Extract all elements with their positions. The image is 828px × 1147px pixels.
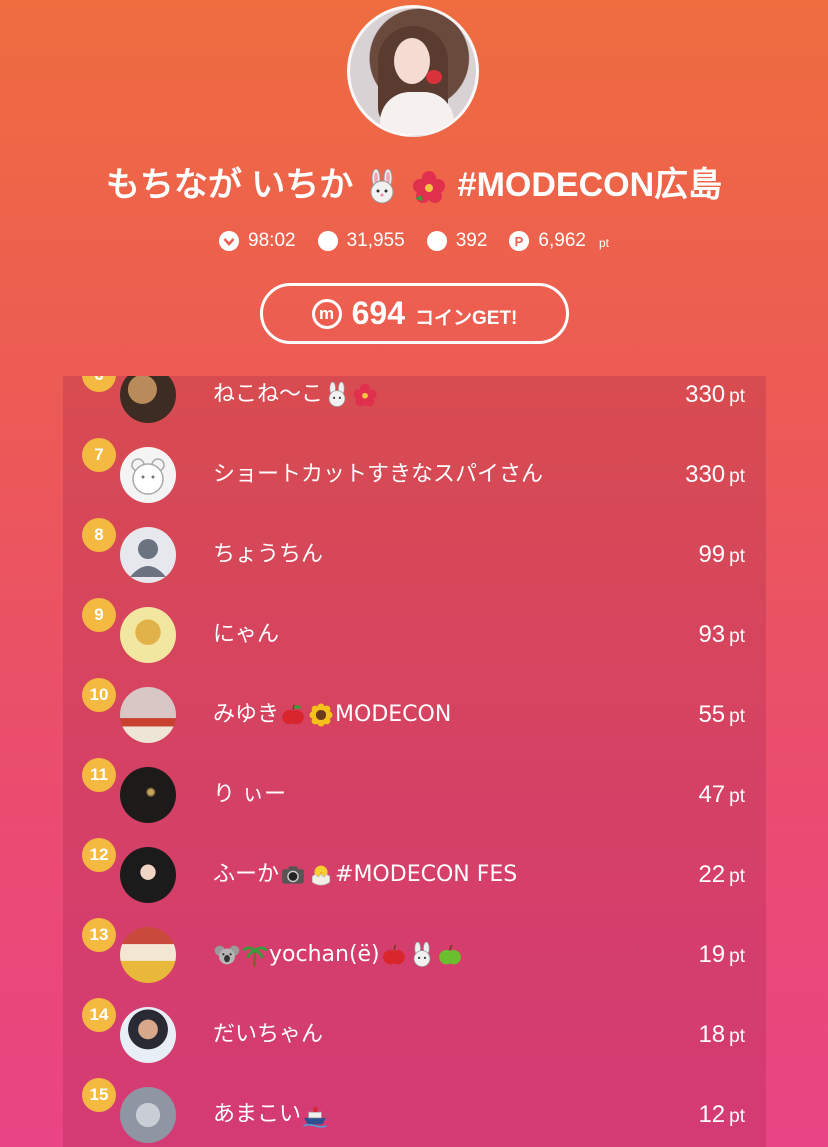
hatching-chick-icon [311,865,331,886]
user-name: ねこね〜こ [213,379,379,411]
bear-avatar-icon [131,458,165,495]
svg-text:P: P [515,234,524,249]
apple-icon [382,944,405,965]
rank-badge: 9 [82,598,116,632]
streamer-name: もちなが いちか [105,166,354,204]
heart-time-icon [219,231,240,251]
coin-amount: 694 [351,295,405,331]
ranking-row[interactable]: 6 ねこね〜こ 330pt [63,376,766,443]
rank-badge: 7 [82,438,116,472]
streamer-avatar[interactable] [347,5,479,137]
user-name: あまこい [213,1099,329,1131]
avatar[interactable] [120,376,176,423]
ranking-row[interactable]: 15 あまこい 12 pt [63,1078,766,1147]
user-score: 47 pt [698,781,745,808]
coin-get-button[interactable]: m 694 コインGET! [260,283,569,344]
streamer-event-tag: #MODECON広島 [457,166,723,204]
rank-badge: 13 [82,918,116,952]
rank-badge: 11 [82,758,116,792]
ranking-list[interactable]: 6 ねこね〜こ 330pt 7 ショートカットすきなスパイさん 330pt 8 … [63,376,766,1147]
apple-icon [282,704,304,725]
ranking-row[interactable]: 7 ショートカットすきなスパイさん 330 pt [63,438,766,523]
comment-icon [426,231,447,251]
rabbit-face-icon [413,942,430,967]
palm-tree-icon [242,946,268,967]
camera-icon [282,866,304,884]
stat-viewers: 31,955 [317,230,405,252]
avatar[interactable] [120,687,176,743]
user-score: 22 pt [698,861,745,888]
user-name: ふーか #MODECON FES [213,862,518,887]
default-user-icon [130,539,166,577]
streamer-title: もちなが いちか #MODECON広島 [0,162,828,208]
ranking-row[interactable]: 12 ふーか #MODECON FES 22 pt [63,838,766,923]
sunflower-icon [309,703,333,727]
hibiscus-icon [413,171,446,204]
ranking-row[interactable]: 13 yochan(ë) 19 pt [63,918,766,1003]
stat-points: P 6,962 pt [509,230,609,252]
coin-m-icon: m [311,298,342,329]
points-icon: P [509,231,530,251]
avatar[interactable] [120,927,176,983]
user-score: 99 pt [698,541,745,568]
user-name: だいちゃん [213,1022,324,1047]
user-name: にゃん [213,622,280,647]
avatar[interactable] [120,447,176,503]
avatar[interactable] [120,767,176,823]
user-score: 18 pt [698,1021,745,1048]
user-score: 330 pt [685,461,745,488]
rank-badge: 6 [82,376,116,392]
stats-bar: 98:02 31,955 392 P 6,962 pt [0,230,828,252]
user-name: みゆき MODECON [213,702,452,727]
stat-comments: 392 [426,230,487,252]
ranking-row[interactable]: 10 みゆき MODECON 55 pt [63,678,766,763]
coin-suffix: コインGET! [415,308,518,329]
rabbit-face-icon [328,382,346,407]
user-name: ちょうちん [213,542,324,567]
hibiscus-icon [353,383,377,407]
user-name: yochan(ë) [213,939,464,971]
avatar[interactable] [120,1087,176,1143]
user-name: ショートカットすきなスパイさん [213,462,544,487]
rank-badge: 14 [82,998,116,1032]
avatar[interactable] [120,1007,176,1063]
stat-time: 98:02 [219,230,296,252]
user-name: り ぃー [213,782,286,807]
ranking-row[interactable]: 9 にゃん 93 pt [63,598,766,683]
ranking-row[interactable]: 8 ちょうちん 99 pt [63,518,766,603]
user-score: 330 pt [685,381,745,408]
rabbit-face-icon [370,169,394,204]
ranking-row[interactable]: 14 だいちゃん 18 pt [63,998,766,1083]
koala-icon [214,945,240,965]
viewers-icon [317,231,338,251]
user-score: 19 pt [698,941,745,968]
rank-badge: 10 [82,678,116,712]
green-apple-icon [438,944,461,965]
rank-badge: 8 [82,518,116,552]
ship-icon [303,1107,327,1128]
user-score: 55 pt [698,701,745,728]
rank-badge: 12 [82,838,116,872]
avatar[interactable] [120,847,176,903]
user-score: 93 pt [698,621,745,648]
ranking-row[interactable]: 11 り ぃー 47 pt [63,758,766,843]
rank-badge: 15 [82,1078,116,1112]
avatar[interactable] [120,607,176,663]
user-score: 12 pt [698,1101,745,1128]
avatar[interactable] [120,527,176,583]
